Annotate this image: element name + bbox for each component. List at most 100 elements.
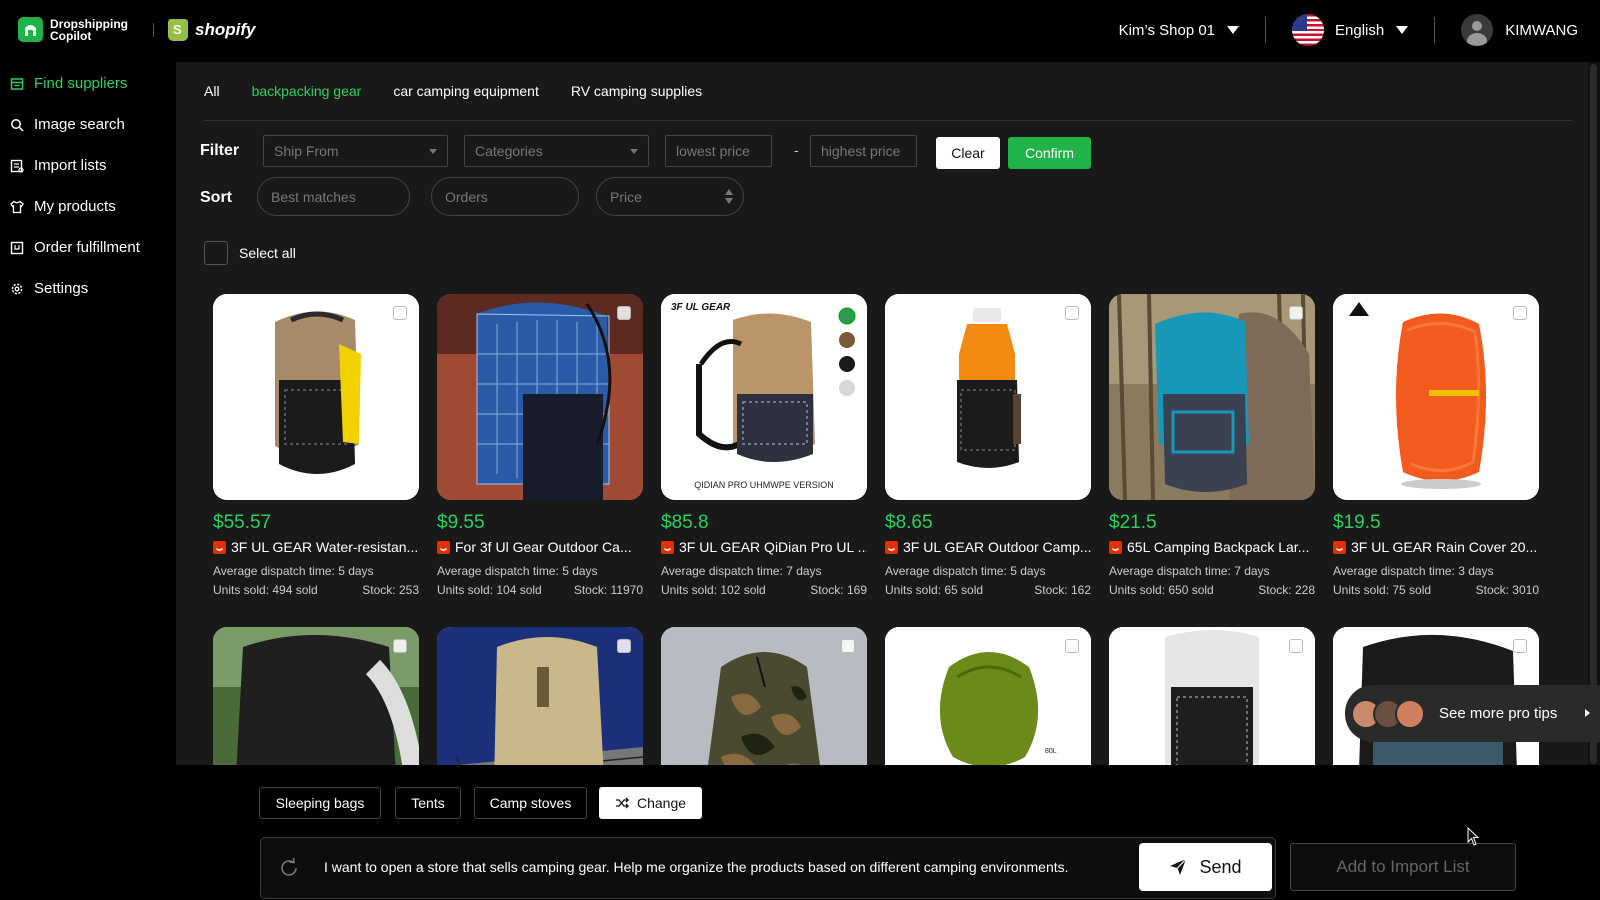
product-checkbox[interactable] — [1289, 306, 1303, 320]
product-card[interactable] — [437, 627, 643, 765]
user-menu[interactable]: KIMWANG — [1461, 14, 1578, 46]
sort-price[interactable]: Price — [596, 177, 744, 216]
product-title[interactable]: 3F UL GEAR QiDian Pro UL ... — [661, 539, 867, 555]
suggestion-camp-stoves[interactable]: Camp stoves — [474, 787, 587, 819]
stock: Stock: 162 — [1034, 581, 1091, 600]
tab-all[interactable]: All — [204, 83, 220, 99]
confirm-button[interactable]: Confirm — [1008, 137, 1091, 169]
shop-selector[interactable]: Kim’s Shop 01 — [1119, 22, 1240, 39]
add-to-import-list-button[interactable]: Add to Import List — [1290, 843, 1516, 891]
suggestion-sleeping-bags[interactable]: Sleeping bags — [259, 787, 381, 819]
units-label: Units sold: — [1109, 583, 1169, 597]
tab-rv-camping-supplies[interactable]: RV camping supplies — [571, 83, 702, 99]
clear-button[interactable]: Clear — [936, 137, 1000, 169]
sidebar-item-order-fulfillment[interactable]: Order fulfillment — [0, 227, 175, 268]
assistant-panel: Sleeping bags Tents Camp stoves Change I… — [0, 765, 1600, 900]
product-meta: Average dispatch time: 5 days Units sold… — [885, 562, 1091, 600]
product-image[interactable] — [1109, 294, 1315, 500]
ship-from-select[interactable]: Ship From — [263, 135, 448, 167]
shopify-wordmark: shopify — [195, 19, 256, 39]
product-image[interactable]: 80L — [885, 627, 1091, 765]
product-card[interactable] — [1109, 627, 1315, 765]
product-card[interactable]: $55.57 3F UL GEAR Water-resistan... Aver… — [213, 294, 419, 600]
product-card[interactable]: 80L — [885, 627, 1091, 765]
highest-price-input[interactable]: highest price — [810, 135, 917, 167]
product-title[interactable]: For 3f Ul Gear Outdoor Ca... — [437, 539, 643, 555]
product-title[interactable]: 3F UL GEAR Rain Cover 20... — [1333, 539, 1539, 555]
sidebar-item-settings[interactable]: Settings — [0, 268, 175, 309]
search-icon — [11, 118, 24, 132]
product-price: $21.5 — [1109, 512, 1157, 533]
product-image[interactable]: 3F UL GEAR QIDIAN PRO UHMWPE VERSION — [661, 294, 867, 500]
product-title[interactable]: 3F UL GEAR Water-resistan... — [213, 539, 419, 555]
chevron-down-icon — [1396, 26, 1409, 34]
product-card[interactable]: $9.55 For 3f Ul Gear Outdoor Ca... Avera… — [437, 294, 643, 600]
product-checkbox[interactable] — [617, 306, 631, 320]
product-title-text: 3F UL GEAR QiDian Pro UL ... — [679, 539, 867, 555]
units-label: Units sold: — [1333, 583, 1393, 597]
lowest-price-input[interactable]: lowest price — [665, 135, 772, 167]
brand[interactable]: Dropshipping Copilot shopify — [18, 17, 255, 42]
sidebar-item-find-suppliers[interactable]: Find suppliers — [0, 63, 175, 104]
product-checkbox[interactable] — [841, 639, 855, 653]
lowest-price-placeholder: lowest price — [676, 143, 750, 159]
product-image[interactable] — [437, 294, 643, 500]
product-card[interactable]: $8.65 3F UL GEAR Outdoor Camp... Average… — [885, 294, 1091, 600]
categories-select[interactable]: Categories — [464, 135, 649, 167]
product-title[interactable]: 65L Camping Backpack Lar... — [1109, 539, 1315, 555]
sort-arrows-icon — [725, 189, 733, 205]
scrollbar-thumb[interactable] — [1590, 64, 1597, 764]
product-checkbox[interactable] — [1513, 306, 1527, 320]
sidebar-item-image-search[interactable]: Image search — [0, 104, 175, 145]
pro-tips-label: See more pro tips — [1439, 704, 1558, 722]
product-card[interactable]: $19.5 3F UL GEAR Rain Cover 20... Averag… — [1333, 294, 1539, 600]
product-image[interactable] — [1109, 627, 1315, 765]
units-value: 650 sold — [1168, 583, 1214, 597]
product-card[interactable]: $21.5 65L Camping Backpack Lar... Averag… — [1109, 294, 1315, 600]
units-sold: Units sold: 102 sold — [661, 581, 766, 600]
change-label: Change — [636, 795, 687, 811]
send-button[interactable]: Send — [1139, 843, 1272, 891]
product-checkbox[interactable] — [1289, 639, 1303, 653]
product-image[interactable] — [885, 294, 1091, 500]
product-meta: Average dispatch time: 5 days Units sold… — [437, 562, 643, 600]
sidebar-item-import-lists[interactable]: Import lists — [0, 145, 175, 186]
suggestion-tents[interactable]: Tents — [395, 787, 461, 819]
tab-car-camping-equipment[interactable]: car camping equipment — [393, 83, 539, 99]
prompt-input[interactable]: I want to open a store that sells campin… — [260, 837, 1276, 899]
stock-label: Stock: — [573, 583, 611, 597]
product-image[interactable] — [213, 627, 419, 765]
pro-tips-button[interactable]: See more pro tips — [1345, 685, 1600, 742]
units-sold: Units sold: 650 sold — [1109, 581, 1214, 600]
sidebar-item-my-products[interactable]: My products — [0, 186, 175, 227]
product-checkbox[interactable] — [1513, 639, 1527, 653]
refresh-icon[interactable] — [277, 856, 301, 880]
product-card[interactable]: 3F UL GEAR QIDIAN PRO UHMWPE VERSION $85… — [661, 294, 867, 600]
product-image[interactable] — [437, 627, 643, 765]
product-checkbox[interactable] — [1065, 306, 1079, 320]
product-card[interactable] — [213, 627, 419, 765]
avatar — [1461, 14, 1494, 46]
dispatch-time: Average dispatch time: 7 days — [1109, 562, 1315, 581]
language-selector[interactable]: English — [1292, 14, 1409, 46]
product-image[interactable] — [1333, 294, 1539, 500]
product-card[interactable] — [661, 627, 867, 765]
product-image[interactable] — [661, 627, 867, 765]
main-panel: All backpacking gear car camping equipme… — [176, 62, 1588, 765]
sort-orders[interactable]: Orders — [431, 177, 579, 216]
select-all[interactable]: Select all — [204, 241, 296, 265]
scrollbar[interactable] — [1588, 62, 1600, 765]
product-image[interactable] — [213, 294, 419, 500]
product-checkbox[interactable] — [393, 306, 407, 320]
product-title[interactable]: 3F UL GEAR Outdoor Camp... — [885, 539, 1091, 555]
product-checkbox[interactable] — [617, 639, 631, 653]
change-button[interactable]: Change — [599, 787, 702, 819]
tab-backpacking-gear[interactable]: backpacking gear — [252, 83, 362, 99]
product-checkbox[interactable] — [1065, 639, 1079, 653]
units-label: Units sold: — [885, 583, 945, 597]
dispatch-value: 5 days — [1010, 564, 1046, 578]
product-checkbox[interactable] — [393, 639, 407, 653]
select-all-checkbox[interactable] — [204, 241, 228, 265]
sort-best-matches[interactable]: Best matches — [257, 177, 410, 216]
dispatch-label: Average dispatch time: — [437, 564, 563, 578]
